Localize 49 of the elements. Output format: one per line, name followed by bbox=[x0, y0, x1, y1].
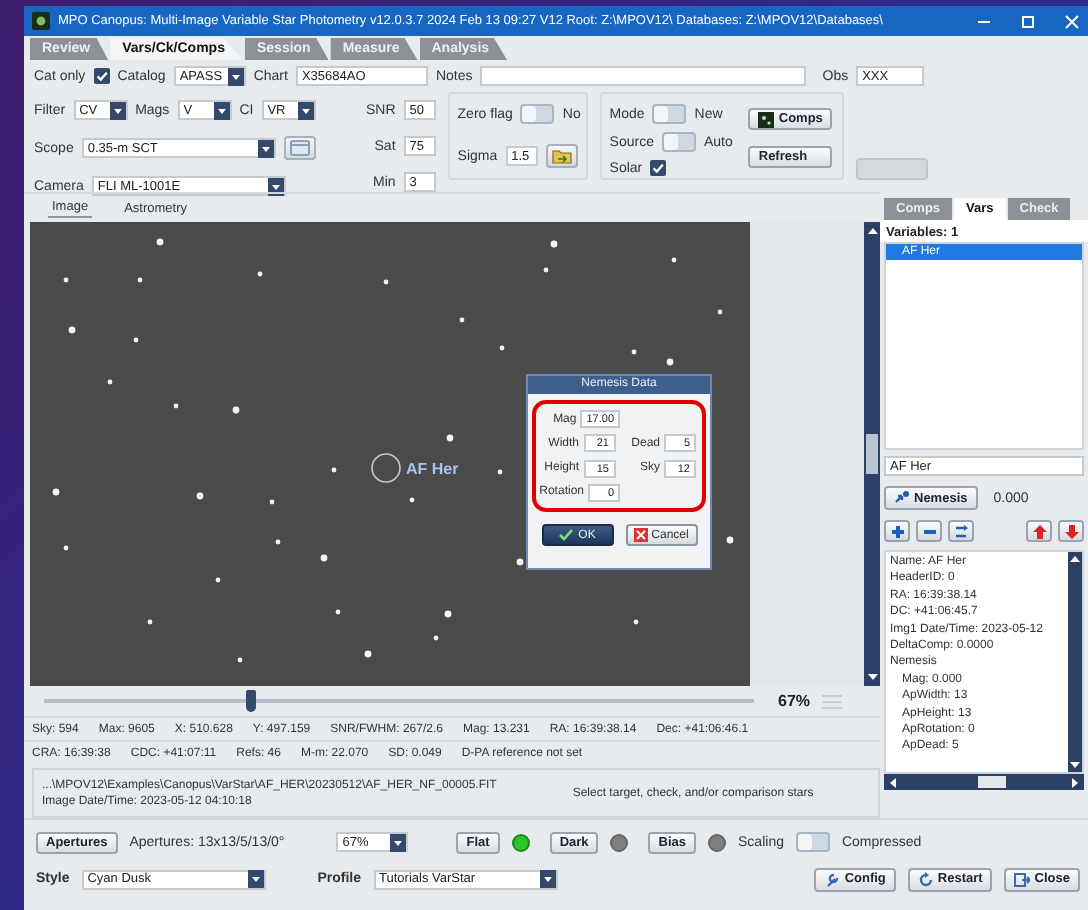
scrollbar[interactable] bbox=[884, 774, 1084, 790]
refresh-icon bbox=[917, 871, 934, 887]
scrollbar-thumb[interactable] bbox=[978, 776, 1006, 788]
wrench-icon bbox=[824, 871, 841, 887]
notes-field[interactable] bbox=[480, 66, 807, 86]
star-chart-icon bbox=[758, 111, 775, 127]
scrollbar[interactable] bbox=[1068, 552, 1082, 772]
toggle-switch[interactable] bbox=[795, 832, 830, 852]
down-arrow-icon bbox=[1063, 523, 1079, 539]
move-down-button[interactable] bbox=[1058, 520, 1084, 542]
toggle-switch[interactable] bbox=[652, 104, 687, 124]
down-arrow-icon bbox=[865, 672, 879, 684]
add-button[interactable] bbox=[884, 520, 910, 542]
caret-icon bbox=[539, 870, 556, 888]
scrollbar[interactable] bbox=[864, 222, 880, 686]
folder-button[interactable] bbox=[545, 144, 578, 168]
scope-button[interactable] bbox=[283, 136, 316, 160]
zoom-reading: 67% bbox=[778, 692, 811, 710]
move-up-button[interactable] bbox=[1026, 520, 1052, 542]
caret-icon bbox=[213, 101, 230, 119]
left-arrow-icon bbox=[886, 775, 898, 789]
target-label: AF Her bbox=[406, 460, 459, 478]
right-arrow-icon bbox=[1070, 775, 1082, 789]
arrows-icon bbox=[953, 523, 969, 539]
caret-icon bbox=[257, 139, 274, 157]
toggle-switch[interactable] bbox=[520, 104, 555, 124]
close-icon[interactable] bbox=[1064, 13, 1080, 29]
close-icon bbox=[633, 528, 648, 542]
up-arrow-icon bbox=[1031, 523, 1047, 539]
maximize-icon[interactable] bbox=[1020, 13, 1036, 29]
caret-icon bbox=[109, 101, 126, 119]
checkbox[interactable] bbox=[93, 68, 110, 84]
remove-button[interactable] bbox=[916, 520, 942, 542]
app-icon bbox=[32, 12, 50, 30]
swap-button[interactable] bbox=[948, 520, 974, 542]
checkbox[interactable] bbox=[650, 160, 667, 176]
window-icon bbox=[289, 140, 310, 156]
caret-icon bbox=[227, 67, 244, 85]
caret-icon bbox=[390, 833, 407, 851]
plus-icon bbox=[889, 523, 905, 539]
slider-thumb[interactable] bbox=[245, 690, 256, 712]
up-arrow-icon bbox=[865, 224, 879, 236]
caret-icon bbox=[247, 870, 264, 888]
scrollbar-thumb[interactable] bbox=[866, 434, 878, 474]
toggle-switch[interactable] bbox=[661, 132, 696, 152]
checkmark-icon bbox=[558, 528, 575, 542]
caret-icon bbox=[297, 101, 314, 119]
folder-icon bbox=[551, 148, 572, 164]
exit-icon bbox=[1014, 871, 1031, 887]
